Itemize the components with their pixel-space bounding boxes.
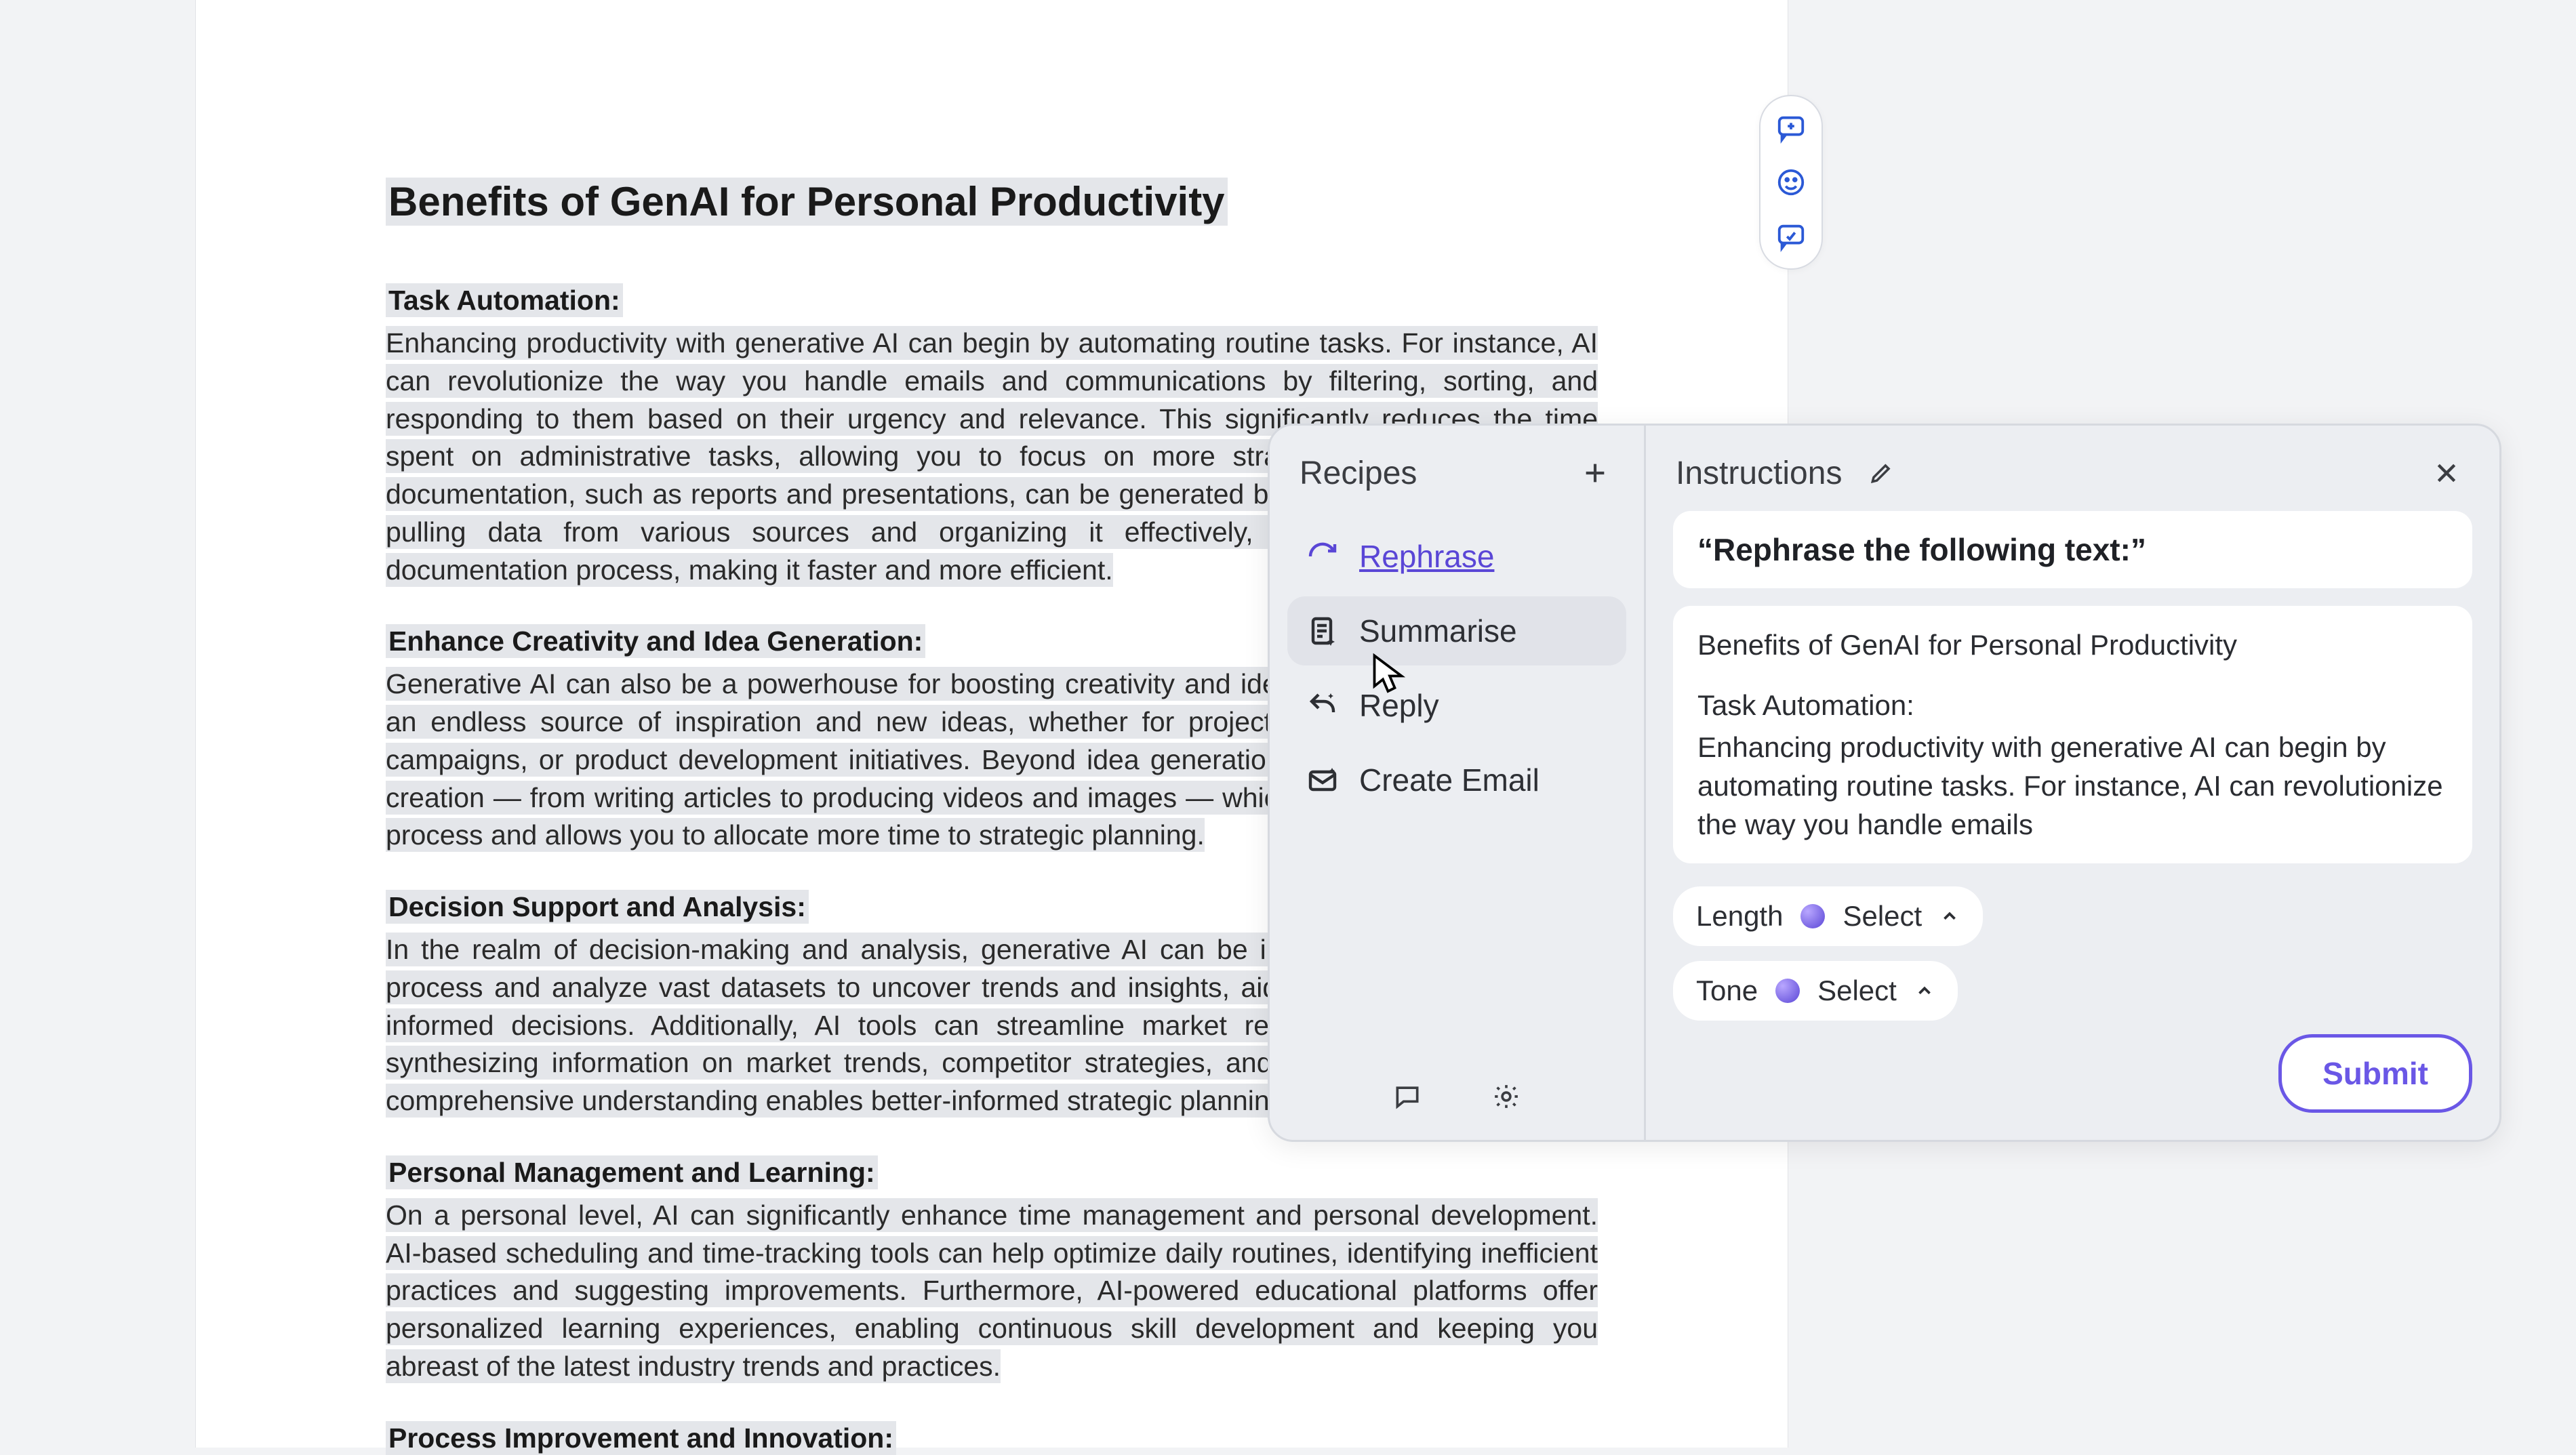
recipes-footer (1270, 1078, 1644, 1115)
length-selector[interactable]: Length Select (1673, 886, 1983, 946)
recipe-rephrase[interactable]: Rephrase (1287, 522, 1626, 591)
instruction-text: “Rephrase the following text:” (1673, 511, 2472, 588)
section-3: Personal Management and Learning: On a p… (386, 1157, 1598, 1386)
preview-body: Enhancing productivity with generative A… (1697, 729, 2448, 844)
add-comment-button[interactable] (1771, 108, 1811, 148)
recipe-reply[interactable]: Reply (1287, 671, 1626, 740)
chat-icon (1392, 1082, 1422, 1111)
section-body: On a personal level, AI can significantl… (386, 1197, 1598, 1386)
settings-button[interactable] (1487, 1078, 1525, 1115)
close-panel-button[interactable] (2428, 454, 2466, 492)
section-heading: Task Automation: (386, 283, 623, 317)
document-title: Benefits of GenAI for Personal Productiv… (386, 178, 1228, 226)
add-comment-icon (1775, 112, 1807, 144)
recipes-header: Recipes (1270, 426, 1644, 511)
length-label: Length (1696, 900, 1783, 933)
selection-preview: Benefits of GenAI for Personal Productiv… (1673, 606, 2472, 863)
instructions-title: Instructions (1676, 455, 1842, 492)
pencil-icon (1868, 460, 1894, 486)
submit-button[interactable]: Submit (2278, 1034, 2472, 1113)
tone-selector[interactable]: Tone Select (1673, 961, 1958, 1021)
instructions-header: Instructions (1673, 426, 2472, 511)
ai-dot-icon (1775, 979, 1800, 1003)
section-heading: Personal Management and Learning: (386, 1155, 878, 1189)
reply-sparkle-icon (1305, 688, 1340, 723)
document-sparkle-icon (1305, 613, 1340, 649)
section-heading: Process Improvement and Innovation: (386, 1421, 896, 1455)
gear-icon (1491, 1082, 1521, 1111)
recipe-label: Create Email (1359, 762, 1539, 798)
comment-rail (1759, 95, 1823, 270)
chat-button[interactable] (1388, 1078, 1426, 1115)
suggest-edit-button[interactable] (1771, 217, 1811, 256)
ai-panel: Recipes Rephrase Summarise (1268, 424, 2501, 1142)
chevron-up-icon (1914, 981, 1935, 1001)
recipe-label: Summarise (1359, 613, 1517, 649)
refresh-icon (1305, 539, 1340, 574)
chevron-up-icon (1939, 906, 1960, 926)
ai-dot-icon (1800, 904, 1825, 928)
mail-sparkle-icon (1305, 762, 1340, 798)
plus-icon (1582, 459, 1609, 487)
recipes-title: Recipes (1300, 455, 1417, 492)
section-heading: Decision Support and Analysis: (386, 890, 809, 924)
recipes-pane: Recipes Rephrase Summarise (1270, 426, 1646, 1140)
close-icon (2433, 459, 2460, 487)
recipe-list: Rephrase Summarise Reply Create Email (1270, 511, 1644, 815)
controls-row: Length Select (1673, 886, 2472, 946)
emoji-button[interactable] (1771, 163, 1811, 202)
edit-instructions-button[interactable] (1862, 454, 1900, 492)
section-heading: Enhance Creativity and Idea Generation: (386, 624, 925, 658)
section-4: Process Improvement and Innovation: (386, 1422, 1598, 1454)
recipe-create-email[interactable]: Create Email (1287, 745, 1626, 815)
select-value: Select (1817, 975, 1897, 1007)
preview-subhead: Task Automation: (1697, 686, 2448, 725)
recipe-summarise[interactable]: Summarise (1287, 596, 1626, 665)
suggest-edit-icon (1775, 221, 1807, 252)
recipe-label: Reply (1359, 687, 1439, 724)
select-value: Select (1843, 900, 1922, 933)
instructions-pane: Instructions “Rephrase the following tex… (1646, 426, 2499, 1140)
emoji-icon (1775, 167, 1807, 198)
recipe-label: Rephrase (1359, 538, 1494, 575)
preview-title: Benefits of GenAI for Personal Productiv… (1697, 626, 2448, 665)
add-recipe-button[interactable] (1576, 454, 1614, 492)
tone-label: Tone (1696, 975, 1758, 1007)
